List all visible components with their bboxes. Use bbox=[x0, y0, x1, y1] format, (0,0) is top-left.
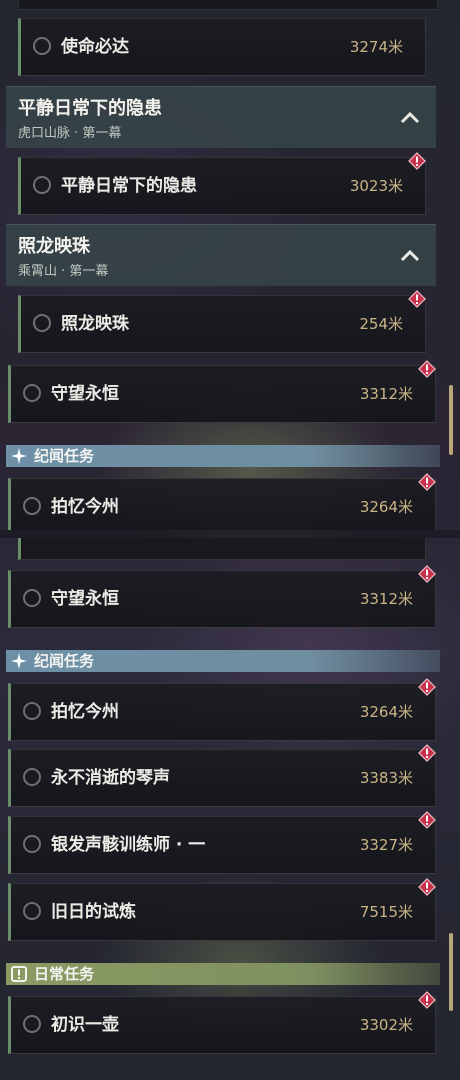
task-name: 使命必达 bbox=[61, 37, 129, 57]
checkbox-circle-icon[interactable] bbox=[33, 37, 51, 55]
task-distance: 3312米 bbox=[359, 385, 413, 403]
top-quest-panel: 使命必达 3274米 平静日常下的隐患 虎口山脉 · 第一幕 平静日常下的隐患 … bbox=[0, 0, 460, 530]
section-header-story: 纪闻任务 bbox=[6, 445, 440, 467]
chevron-up-icon[interactable] bbox=[400, 247, 420, 263]
checkbox-circle-icon[interactable] bbox=[23, 768, 41, 786]
checkbox-circle-icon[interactable] bbox=[33, 176, 51, 194]
section-label: 纪闻任务 bbox=[34, 447, 95, 465]
task-row-shouwang[interactable]: 守望永恒 3312米 bbox=[8, 365, 436, 423]
task-name: 拍忆今州 bbox=[51, 702, 119, 722]
chevron-up-icon[interactable] bbox=[400, 109, 420, 125]
alert-icon bbox=[408, 152, 426, 170]
task-distance: 3264米 bbox=[359, 703, 413, 721]
task-distance: 254米 bbox=[359, 315, 403, 333]
alert-icon bbox=[418, 811, 436, 829]
task-name: 守望永恒 bbox=[51, 589, 119, 609]
chapter-subtitle: 乘霄山 · 第一幕 bbox=[18, 264, 109, 279]
task-name: 旧日的试炼 bbox=[51, 902, 136, 922]
task-distance: 3327米 bbox=[359, 836, 413, 854]
task-name: 守望永恒 bbox=[51, 384, 119, 404]
task-name: 初识一壶 bbox=[51, 1015, 119, 1035]
task-row-shiming[interactable]: 使命必达 3274米 bbox=[18, 18, 426, 76]
checkbox-circle-icon[interactable] bbox=[23, 1015, 41, 1033]
task-row-yinfa[interactable]: 银发声骸训练师 · 一 3327米 bbox=[8, 816, 436, 874]
checkbox-circle-icon[interactable] bbox=[23, 384, 41, 402]
alert-icon bbox=[418, 360, 436, 378]
task-name: 平静日常下的隐患 bbox=[61, 176, 197, 196]
chapter-title: 照龙映珠 bbox=[18, 236, 90, 257]
task-name: 照龙映珠 bbox=[61, 314, 129, 334]
task-row-paiyi[interactable]: 拍忆今州 3264米 bbox=[8, 683, 436, 741]
partial-row-top bbox=[18, 0, 438, 10]
alert-icon bbox=[418, 744, 436, 762]
chapter-subtitle: 虎口山脉 · 第一幕 bbox=[18, 126, 122, 141]
task-distance: 3023米 bbox=[349, 177, 403, 195]
alert-icon bbox=[418, 878, 436, 896]
task-row-qinsheng[interactable]: 永不消逝的琴声 3383米 bbox=[8, 749, 436, 807]
task-distance: 3264米 bbox=[359, 498, 413, 516]
section-header-story: 纪闻任务 bbox=[6, 650, 440, 672]
panel-divider bbox=[0, 530, 460, 538]
checkbox-circle-icon[interactable] bbox=[23, 702, 41, 720]
chapter-header-pingjing[interactable]: 平静日常下的隐患 虎口山脉 · 第一幕 bbox=[6, 86, 436, 148]
checkbox-circle-icon[interactable] bbox=[23, 902, 41, 920]
task-name: 永不消逝的琴声 bbox=[51, 768, 170, 788]
task-distance: 7515米 bbox=[359, 903, 413, 921]
alert-icon bbox=[418, 678, 436, 696]
chapter-header-zhaolong[interactable]: 照龙映珠 乘霄山 · 第一幕 bbox=[6, 224, 436, 286]
checkbox-circle-icon[interactable] bbox=[33, 314, 51, 332]
scrollbar-thumb[interactable] bbox=[449, 385, 453, 455]
section-label: 日常任务 bbox=[34, 965, 95, 983]
section-header-daily: 日常任务 bbox=[6, 963, 440, 985]
task-row-pingjing[interactable]: 平静日常下的隐患 3023米 bbox=[18, 157, 426, 215]
task-distance: 3302米 bbox=[359, 1016, 413, 1034]
sparkle-icon bbox=[11, 653, 27, 669]
scrollbar-thumb[interactable] bbox=[449, 933, 453, 1011]
chapter-title: 平静日常下的隐患 bbox=[18, 98, 162, 119]
alert-icon bbox=[418, 565, 436, 583]
task-row-paiyi[interactable]: 拍忆今州 3264米 bbox=[8, 478, 436, 530]
task-row-shouwang[interactable]: 守望永恒 3312米 bbox=[8, 570, 436, 628]
checkbox-circle-icon[interactable] bbox=[23, 589, 41, 607]
partial-row-top bbox=[18, 538, 426, 560]
alert-icon bbox=[418, 991, 436, 1009]
alert-icon bbox=[408, 290, 426, 308]
sparkle-icon bbox=[11, 448, 27, 464]
task-row-chushi[interactable]: 初识一壶 3302米 bbox=[8, 996, 436, 1054]
task-distance: 3274米 bbox=[349, 38, 403, 56]
task-row-jiuri[interactable]: 旧日的试炼 7515米 bbox=[8, 883, 436, 941]
task-distance: 3383米 bbox=[359, 769, 413, 787]
task-distance: 3312米 bbox=[359, 590, 413, 608]
task-name: 银发声骸训练师 · 一 bbox=[51, 835, 206, 855]
checkbox-circle-icon[interactable] bbox=[23, 497, 41, 515]
checkbox-circle-icon[interactable] bbox=[23, 835, 41, 853]
section-label: 纪闻任务 bbox=[34, 652, 95, 670]
task-row-zhaolong[interactable]: 照龙映珠 254米 bbox=[18, 295, 426, 353]
exclamation-icon bbox=[11, 966, 27, 982]
task-name: 拍忆今州 bbox=[51, 497, 119, 517]
alert-icon bbox=[418, 473, 436, 491]
bottom-quest-panel: 守望永恒 3312米 纪闻任务 拍忆今州 3264米 永不消逝的琴声 3383米… bbox=[0, 538, 460, 1080]
